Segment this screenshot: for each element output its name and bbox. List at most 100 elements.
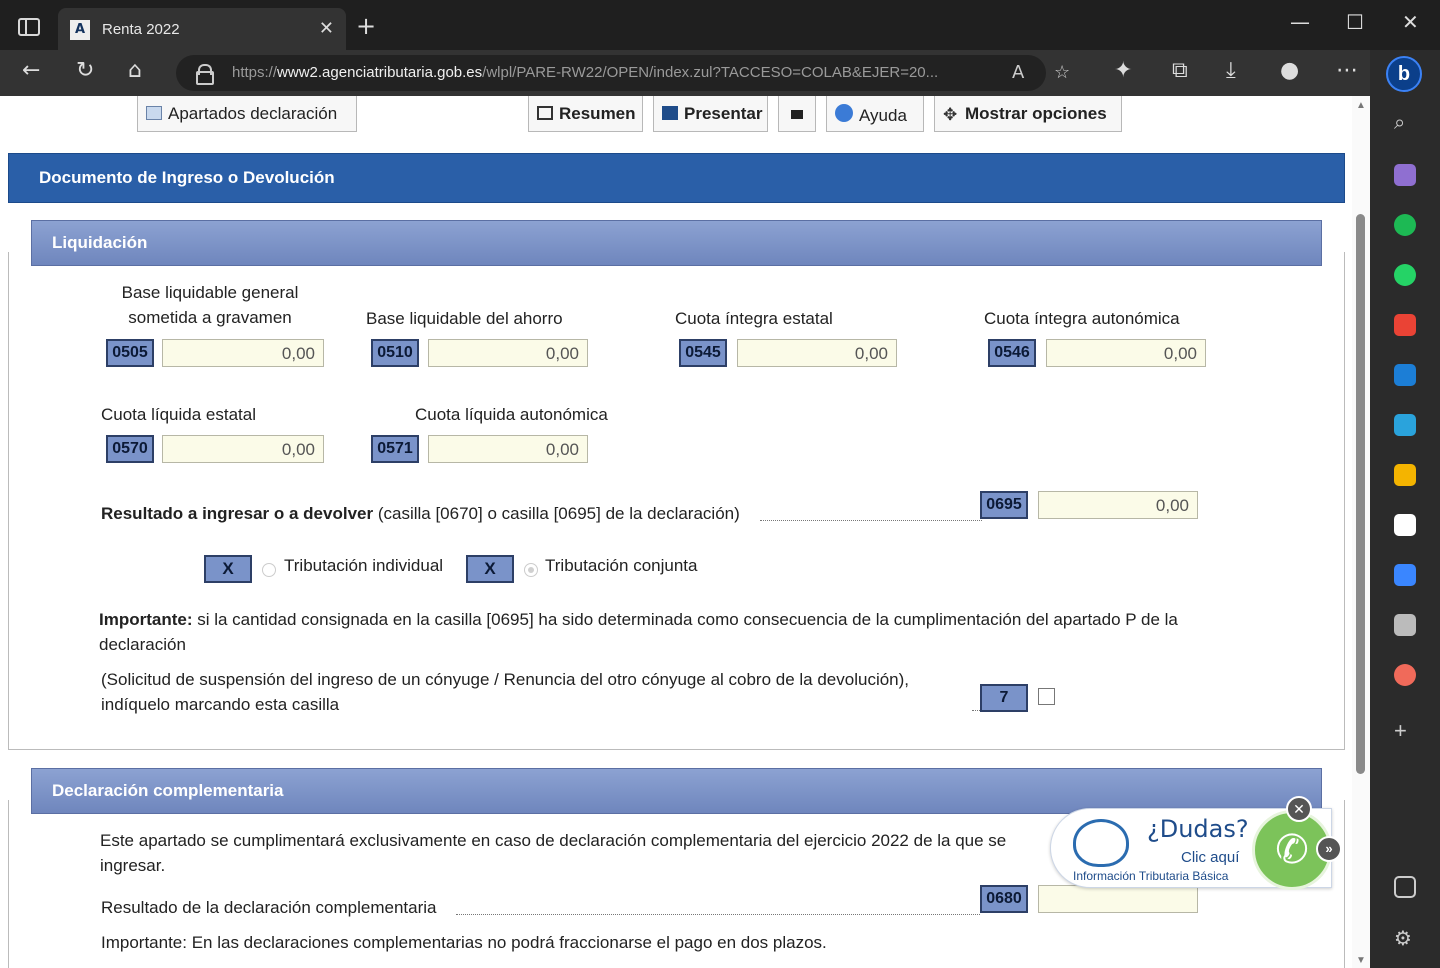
new-tab-icon[interactable]: +: [356, 12, 376, 40]
casilla-code: 0570: [106, 435, 154, 463]
scroll-down-icon[interactable]: ▼: [1356, 955, 1366, 966]
casilla-code: 0571: [371, 435, 419, 463]
casilla-code: 7: [980, 684, 1028, 712]
solicitud-text: (Solicitud de suspensión del ingreso de …: [101, 670, 910, 714]
tributacion-conjunta-label: Tributación conjunta: [545, 556, 698, 575]
maximize-icon[interactable]: ☐: [1346, 10, 1364, 34]
collections-icon[interactable]: ⧉: [1172, 58, 1188, 83]
notion-icon[interactable]: [1394, 514, 1416, 536]
add-sidebar-app-icon[interactable]: +: [1394, 718, 1416, 743]
field-label: Cuota íntegra estatal: [675, 309, 833, 328]
support-agent-icon: [1073, 819, 1129, 867]
hide-sidebar-icon[interactable]: [1394, 876, 1416, 898]
casilla-code: 0680: [980, 885, 1028, 913]
field-label: Cuota íntegra autonómica: [984, 309, 1180, 328]
address-bar[interactable]: https://www2.agenciatributaria.gob.es/wl…: [176, 55, 1070, 91]
casilla-7-checkbox[interactable]: [1038, 688, 1055, 705]
downloads-icon[interactable]: ⤓: [1226, 58, 1236, 83]
whatsapp-icon[interactable]: [1394, 264, 1416, 286]
help-icon: [835, 104, 853, 122]
expand-widget-icon[interactable]: »: [1316, 836, 1342, 862]
close-widget-icon[interactable]: ✕: [1286, 796, 1312, 822]
tab-title: Renta 2022: [102, 21, 180, 38]
trello-icon[interactable]: [1394, 364, 1416, 386]
casilla-code: 0545: [679, 339, 727, 367]
gmail-icon[interactable]: [1394, 314, 1416, 336]
tab-close-icon[interactable]: ✕: [319, 18, 334, 39]
casilla-code: 0695: [980, 491, 1028, 519]
resumen-button[interactable]: Resumen: [528, 96, 643, 132]
close-window-icon[interactable]: ✕: [1402, 10, 1419, 34]
edge-sidebar: ⌕ + ⚙: [1370, 50, 1440, 968]
tributacion-individual-label: Tributación individual: [284, 556, 444, 575]
tributacion-individual-x[interactable]: X: [204, 555, 252, 583]
url-text: https://www2.agenciatributaria.gob.es/wl…: [232, 64, 939, 81]
reload-icon[interactable]: ↻: [76, 58, 94, 83]
resultado-label: Resultado a ingresar o a devolver (casil…: [101, 504, 740, 523]
minimize-icon[interactable]: —: [1290, 10, 1310, 34]
browser-toolbar: ← ↻ ⌂ https://www2.agenciatributaria.gob…: [0, 50, 1440, 96]
ayuda-button[interactable]: Ayuda: [826, 96, 924, 132]
lock-icon: [196, 64, 214, 85]
complementaria-resultado-field[interactable]: [1038, 885, 1198, 913]
browser-tab[interactable]: A Renta 2022 ✕: [58, 8, 346, 50]
telegram-icon[interactable]: [1394, 414, 1416, 436]
scroll-up-icon[interactable]: ▲: [1356, 100, 1366, 111]
tributacion-conjunta-x[interactable]: X: [466, 555, 514, 583]
bing-copilot-icon[interactable]: b: [1386, 56, 1422, 92]
canva-icon[interactable]: [1394, 564, 1416, 586]
field-label: Base liquidable general sometida a grava…: [121, 283, 299, 327]
presentar-button[interactable]: Presentar: [653, 96, 768, 132]
drive-icon[interactable]: [1394, 464, 1416, 486]
cuota-liquida-estatal-field[interactable]: 0,00: [162, 435, 324, 463]
leader-dots: [456, 914, 980, 915]
favorite-add-icon[interactable]: ☆: [1054, 62, 1070, 83]
complementaria-text: Este apartado se cumplimentará exclusiva…: [100, 831, 1007, 875]
profile-avatar-icon[interactable]: ●: [1280, 58, 1299, 83]
casilla-code: 0546: [988, 339, 1036, 367]
back-icon[interactable]: ←: [22, 58, 40, 83]
settings-gear-icon[interactable]: ⚙: [1394, 926, 1416, 950]
base-ahorro-field[interactable]: 0,00: [428, 339, 588, 367]
browser-tabbar: A Renta 2022 ✕ + — ☐ ✕: [0, 0, 1440, 50]
field-label: Cuota líquida autonómica: [415, 405, 608, 424]
aeat-favicon-icon: A: [70, 20, 90, 40]
scrollbar-thumb[interactable]: [1356, 214, 1365, 774]
page-title: Documento de Ingreso o Devolución: [8, 153, 1345, 203]
leader-dots: [760, 520, 982, 521]
tab-actions-icon[interactable]: [18, 18, 40, 36]
liquidacion-header: Liquidación: [31, 220, 1322, 266]
compose-icon[interactable]: [1394, 164, 1416, 186]
table-icon: [146, 106, 162, 120]
leader-dots: [972, 710, 980, 711]
aeat-logo-icon: [662, 106, 678, 120]
importante-text: Importante: si la cantidad consignada en…: [99, 610, 1178, 654]
dudas-title: ¿Dudas?: [1147, 815, 1249, 843]
cuota-integra-estatal-field[interactable]: 0,00: [737, 339, 897, 367]
extensions-icon[interactable]: ✦: [1114, 58, 1132, 83]
dudas-clic: Clic aquí: [1181, 849, 1240, 866]
more-menu-icon[interactable]: ⋯: [1336, 58, 1358, 83]
spotify-icon[interactable]: [1394, 214, 1416, 236]
list-icon: [537, 106, 553, 120]
tributacion-conjunta-radio[interactable]: [524, 563, 538, 577]
home-icon[interactable]: ⌂: [128, 58, 142, 83]
tributacion-individual-radio[interactable]: [262, 563, 276, 577]
complementaria-resultado-label: Resultado de la declaración complementar…: [101, 898, 437, 917]
video-icon: [791, 110, 803, 119]
cuota-liquida-autonomica-field[interactable]: 0,00: [428, 435, 588, 463]
apartados-declaracion-button[interactable]: Apartados declaración: [137, 96, 357, 132]
casilla-code: 0505: [106, 339, 154, 367]
search-icon[interactable]: ⌕: [1394, 112, 1416, 134]
clipboard-icon[interactable]: [1394, 614, 1416, 636]
base-general-field[interactable]: 0,00: [162, 339, 324, 367]
page-scrollbar[interactable]: ▲ ▼: [1352, 96, 1370, 968]
asana-icon[interactable]: [1394, 664, 1416, 686]
field-label: Cuota líquida estatal: [101, 405, 256, 424]
cuota-integra-autonomica-field[interactable]: 0,00: [1046, 339, 1206, 367]
resultado-field[interactable]: 0,00: [1038, 491, 1198, 519]
read-aloud-icon[interactable]: A: [1012, 62, 1024, 83]
mostrar-opciones-button[interactable]: ✥ Mostrar opciones: [934, 96, 1122, 132]
video-button[interactable]: [778, 96, 816, 132]
field-label: Base liquidable del ahorro: [366, 309, 563, 328]
